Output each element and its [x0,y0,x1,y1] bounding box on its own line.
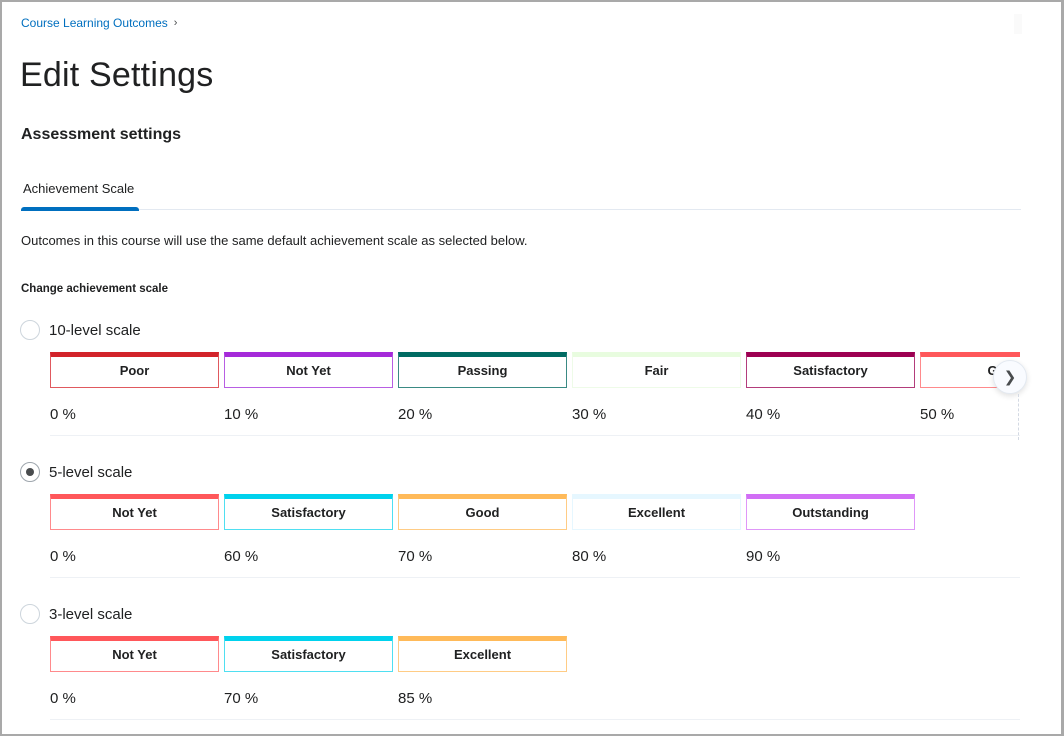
scale-level: Passing 20 % [398,352,567,423]
level-label: Satisfactory [224,494,393,530]
scale-name[interactable]: 3-level scale [49,606,132,623]
breadcrumb: Course Learning Outcomes › [21,16,177,30]
level-label: Outstanding [746,494,915,530]
scale-level: Not Yet 10 % [224,352,393,423]
scale-option: 5-level scale Not Yet 0 % Satisfactory 60 % G… [20,460,1020,578]
scale-radio-button[interactable] [20,604,40,624]
scale-level: Not Yet 0 % [50,636,219,707]
scale-level: Poor 0 % [50,352,219,423]
tab-achievement-scale[interactable]: Achievement Scale [21,174,139,211]
scale-level: Excellent 80 % [572,494,741,565]
chevron-right-icon: ❯ [1003,369,1017,386]
level-percent: 90 % [746,548,781,565]
scale-levels: Not Yet 0 % Satisfactory 70 % Excellent 85 % [50,636,1020,720]
level-percent: 70 % [398,548,433,565]
description: Outcomes in this course will use the sam… [21,233,528,248]
scroll-next-button[interactable]: ❯ [993,360,1027,394]
level-label: Poor [50,352,219,388]
level-label: Not Yet [50,636,219,672]
scroll-edge-divider [1018,394,1019,440]
scale-level: Not Yet 0 % [50,494,219,565]
scale-level: Good 70 % [398,494,567,565]
chevron-right-icon: › [173,17,178,29]
level-label: Not Yet [224,352,393,388]
scale-level: Fair 30 % [572,352,741,423]
level-label: Fair [572,352,741,388]
scale-option: 10-level scale Poor 0 % Not Yet 10 % Passing 2… [20,318,1020,436]
level-percent: 30 % [572,406,607,423]
scale-level: Satisfactory 60 % [224,494,393,565]
section-title: Assessment settings [21,126,182,143]
level-label: Not Yet [50,494,219,530]
page-title: Edit Settings [20,56,214,94]
change-scale-label: Change achievement scale [21,283,169,295]
level-percent: 10 % [224,406,259,423]
scale-option: 3-level scale Not Yet 0 % Satisfactory 70 % E… [20,602,1020,720]
level-percent: 85 % [398,690,433,707]
tab-selected-indicator [21,207,139,211]
level-percent: 0 % [50,548,76,565]
scale-level: Outstanding 90 % [746,494,915,565]
level-label: Good [398,494,567,530]
tab-list: Achievement Scale [21,174,1021,211]
scale-option-header: 3-level scale [20,602,1020,626]
level-label: Passing [398,352,567,388]
level-label: Satisfactory [746,352,915,388]
edit-settings-page: Course Learning Outcomes › Edit Settings… [2,2,1061,734]
scale-option-header: 10-level scale [20,318,1020,342]
level-percent: 0 % [50,406,76,423]
level-label: Excellent [572,494,741,530]
level-percent: 40 % [746,406,781,423]
scale-option-header: 5-level scale [20,460,1020,484]
breadcrumb-link[interactable]: Course Learning Outcomes [21,16,168,30]
scale-radio-button[interactable] [20,462,40,482]
level-percent: 50 % [920,406,955,423]
scale-level: Satisfactory 40 % [746,352,915,423]
level-percent: 0 % [50,690,76,707]
scrollbar-hint [1014,14,1022,34]
scale-name[interactable]: 10-level scale [49,322,141,339]
tab-label: Achievement Scale [23,181,135,196]
level-percent: 80 % [572,548,607,565]
scale-level: Excellent 85 % [398,636,567,707]
scale-levels: Poor 0 % Not Yet 10 % Passing 20 % Fair 30 % Sat… [50,352,1020,436]
level-label: Satisfactory [224,636,393,672]
scale-radio-button[interactable] [20,320,40,340]
level-label: Excellent [398,636,567,672]
level-percent: 70 % [224,690,259,707]
level-percent: 60 % [224,548,259,565]
scale-levels: Not Yet 0 % Satisfactory 60 % Good 70 % Excell… [50,494,1020,578]
scale-level: Satisfactory 70 % [224,636,393,707]
level-percent: 20 % [398,406,433,423]
scale-name[interactable]: 5-level scale [49,464,132,481]
